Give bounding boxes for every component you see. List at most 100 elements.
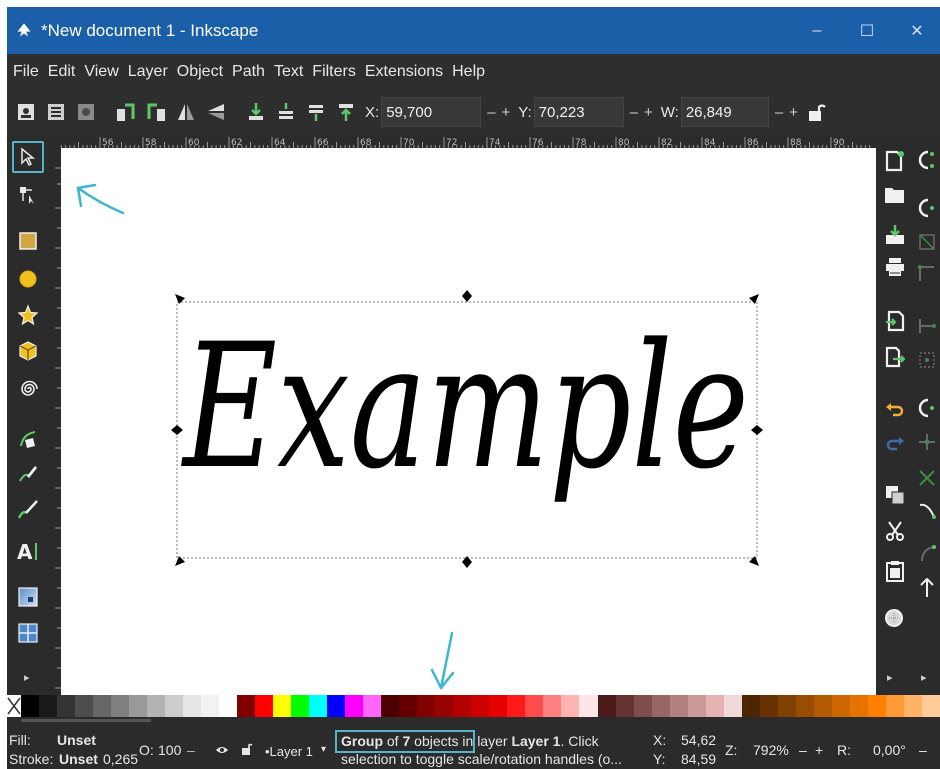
export-button[interactable]	[883, 345, 907, 369]
canvas[interactable]: Example	[61, 148, 876, 695]
deselect-icon[interactable]	[75, 101, 97, 123]
color-swatch[interactable]	[309, 695, 328, 717]
color-swatch[interactable]	[885, 695, 904, 717]
color-swatch[interactable]	[165, 695, 184, 717]
open-button[interactable]	[883, 183, 907, 207]
layer-lock-icon[interactable]	[241, 742, 253, 759]
color-swatch[interactable]	[21, 695, 40, 717]
flip-vertical-icon[interactable]	[205, 101, 227, 123]
snap-rotation-icon[interactable]	[916, 467, 938, 489]
menu-object[interactable]: Object	[177, 63, 223, 81]
rotate-decrement-button[interactable]: –	[919, 742, 927, 758]
select-all-layers-icon[interactable]	[45, 101, 67, 123]
rotate-cw-icon[interactable]	[145, 101, 167, 123]
raise-to-top-icon[interactable]	[245, 101, 267, 123]
color-swatch[interactable]	[579, 695, 598, 717]
selector-tool-button[interactable]	[12, 141, 44, 173]
color-swatch[interactable]	[327, 695, 346, 717]
color-swatch[interactable]	[561, 695, 580, 717]
color-swatch[interactable]	[381, 695, 400, 717]
menu-layer[interactable]: Layer	[128, 63, 168, 81]
box-3d-tool-button[interactable]	[12, 335, 44, 367]
lower-icon[interactable]	[305, 101, 327, 123]
snap-bbox-icon[interactable]	[916, 197, 938, 219]
color-swatch[interactable]	[93, 695, 112, 717]
color-swatch[interactable]	[111, 695, 130, 717]
snap-center-icon[interactable]	[916, 431, 938, 453]
rotate-ccw-icon[interactable]	[115, 101, 137, 123]
zoom-decrement-button[interactable]: –	[799, 742, 807, 758]
text-tool-button[interactable]: A	[12, 535, 44, 567]
import-button[interactable]	[883, 309, 907, 333]
color-swatch[interactable]	[759, 695, 778, 717]
save-button[interactable]	[883, 223, 907, 247]
snap-bbox-edge-icon[interactable]	[916, 231, 938, 253]
opacity-value[interactable]: 100	[158, 742, 181, 758]
color-swatch[interactable]	[471, 695, 490, 717]
color-swatch[interactable]	[345, 695, 364, 717]
color-swatch[interactable]	[525, 695, 544, 717]
snap-guide-icon[interactable]	[916, 577, 938, 599]
undo-button[interactable]	[883, 397, 907, 421]
menu-view[interactable]: View	[84, 63, 118, 81]
maximize-button[interactable]: ☐	[843, 7, 891, 54]
gradient-tool-button[interactable]	[12, 581, 44, 613]
color-swatch[interactable]	[219, 695, 238, 717]
color-swatch[interactable]	[435, 695, 454, 717]
color-swatch[interactable]	[633, 695, 652, 717]
lock-icon[interactable]	[806, 101, 828, 123]
w-input[interactable]: 26,849	[680, 97, 769, 127]
color-swatch[interactable]	[813, 695, 832, 717]
no-paint-swatch[interactable]	[7, 695, 21, 717]
color-swatch[interactable]	[489, 695, 508, 717]
color-swatch[interactable]	[453, 695, 472, 717]
color-swatch[interactable]	[39, 695, 58, 717]
color-swatch[interactable]	[831, 695, 850, 717]
snap-corner-icon[interactable]	[916, 263, 938, 285]
color-swatch[interactable]	[651, 695, 670, 717]
color-swatch[interactable]	[795, 695, 814, 717]
color-swatch[interactable]	[687, 695, 706, 717]
star-tool-button[interactable]	[12, 299, 44, 331]
circle-tool-button[interactable]	[12, 263, 44, 295]
color-swatch[interactable]	[921, 695, 940, 717]
color-swatch[interactable]	[669, 695, 688, 717]
calligraphy-tool-button[interactable]	[12, 493, 44, 525]
color-swatch[interactable]	[543, 695, 562, 717]
w-decrement-button[interactable]: –	[775, 104, 783, 121]
x-increment-button[interactable]: +	[502, 104, 511, 121]
menu-extensions[interactable]: Extensions	[365, 63, 443, 81]
color-swatch[interactable]	[147, 695, 166, 717]
eye-icon[interactable]	[215, 743, 229, 759]
color-swatch[interactable]	[777, 695, 796, 717]
snap-nodes-icon[interactable]	[916, 315, 938, 337]
raise-icon[interactable]	[275, 101, 297, 123]
color-swatch[interactable]	[867, 695, 886, 717]
snap-grid-icon[interactable]	[916, 543, 938, 565]
opacity-decrement-button[interactable]: –	[187, 742, 195, 758]
color-swatch[interactable]	[237, 695, 256, 717]
snap-path-icon[interactable]	[916, 349, 938, 371]
mesh-tool-button[interactable]	[12, 617, 44, 649]
snap-others-icon[interactable]	[916, 397, 938, 419]
menu-file[interactable]: File	[13, 63, 39, 81]
color-swatch[interactable]	[255, 695, 274, 717]
flip-horizontal-icon[interactable]	[175, 101, 197, 123]
color-swatch[interactable]	[723, 695, 742, 717]
fill-value[interactable]: Unset	[57, 732, 96, 748]
print-button[interactable]	[883, 255, 907, 279]
stroke-value[interactable]: Unset	[59, 751, 98, 767]
y-increment-button[interactable]: +	[644, 104, 653, 121]
color-swatch[interactable]	[201, 695, 220, 717]
layer-selector[interactable]: •Layer 1	[265, 744, 313, 759]
commands-more-icon[interactable]: ▸	[887, 671, 893, 684]
rotate-value[interactable]: 0,00°	[873, 742, 906, 758]
chevron-down-icon[interactable]: ▾	[321, 744, 326, 755]
zoom-button[interactable]	[883, 607, 907, 631]
paste-button[interactable]	[883, 559, 907, 583]
color-swatch[interactable]	[903, 695, 922, 717]
color-swatch[interactable]	[615, 695, 634, 717]
color-swatch[interactable]	[597, 695, 616, 717]
select-all-icon[interactable]	[15, 101, 37, 123]
color-swatch[interactable]	[363, 695, 382, 717]
